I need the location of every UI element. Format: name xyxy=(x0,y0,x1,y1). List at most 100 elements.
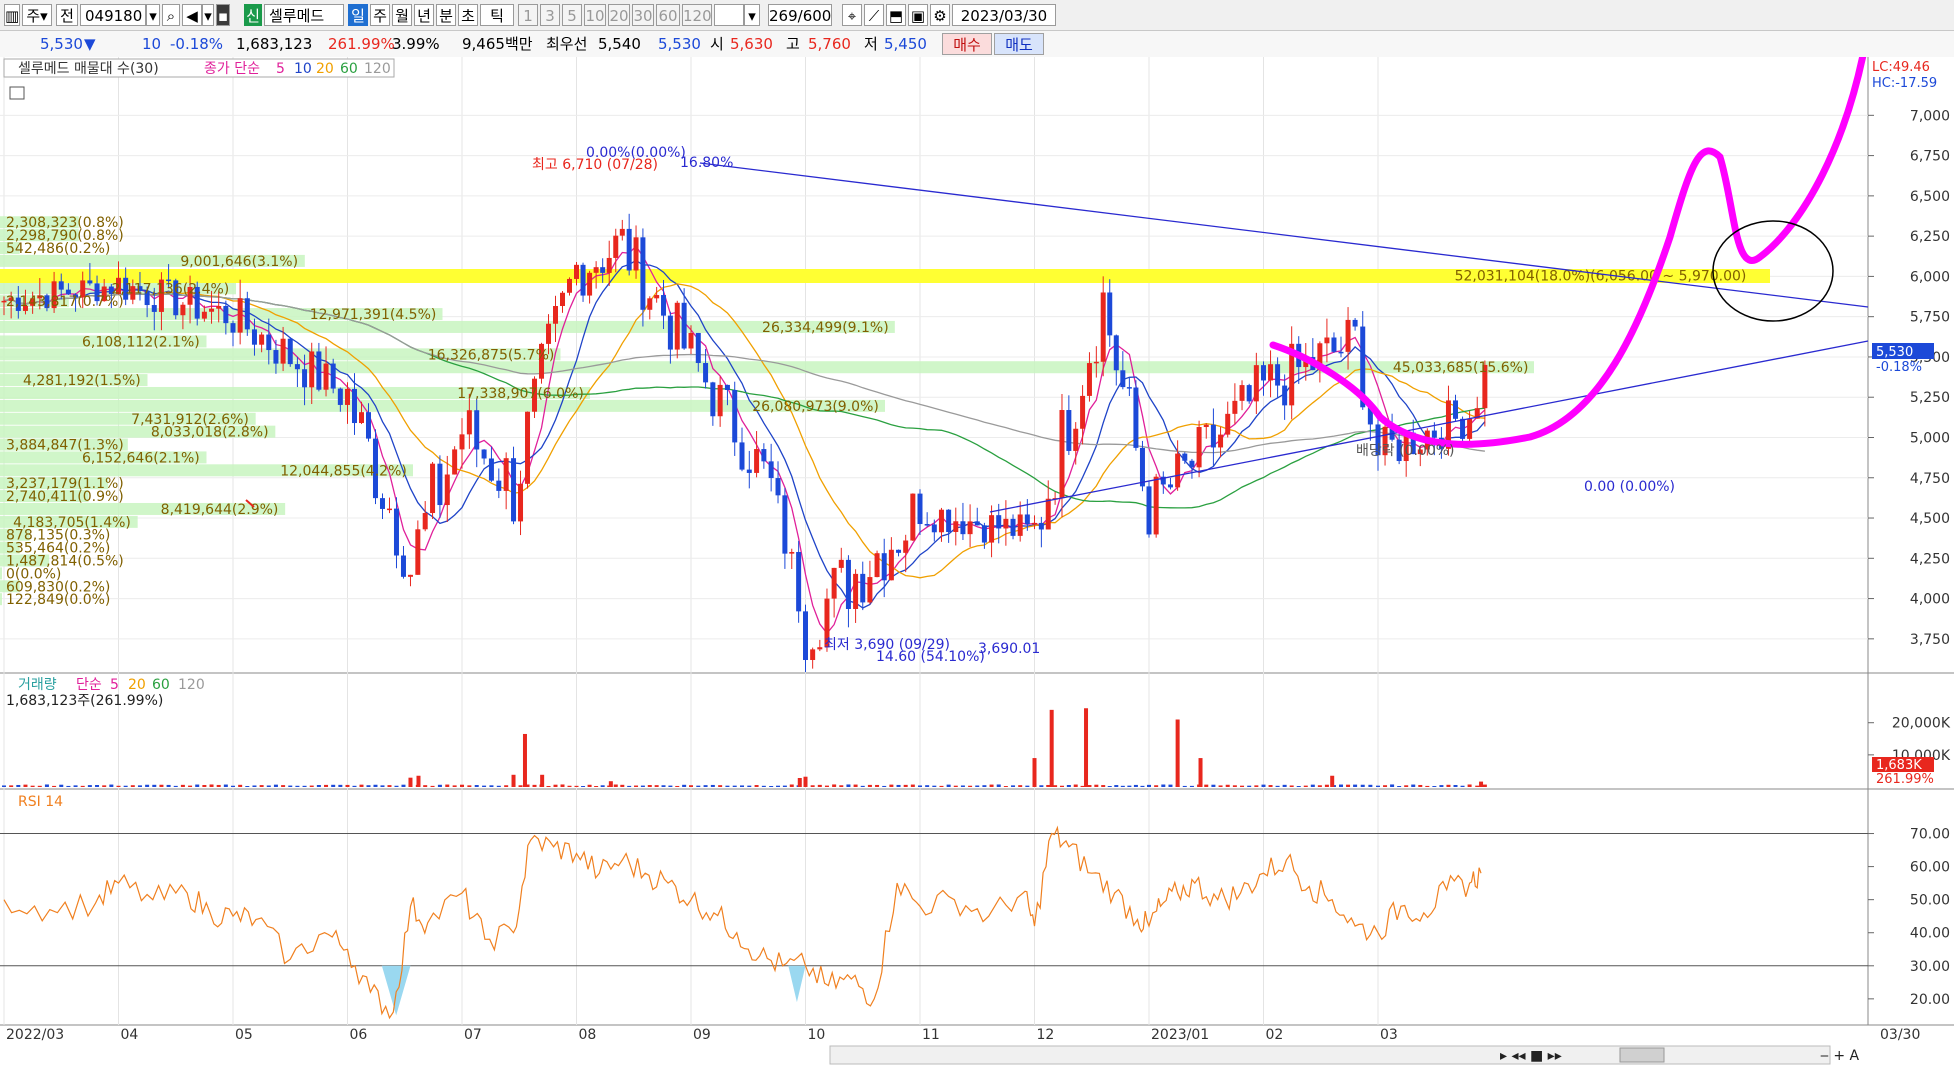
volume-bar-13 xyxy=(95,785,100,787)
date-input[interactable]: 2023/03/30 xyxy=(952,4,1056,26)
code-input[interactable]: 049180 xyxy=(80,4,146,26)
volume-bar-105 xyxy=(747,785,752,787)
candle-body-92 xyxy=(654,295,660,299)
minute-120[interactable]: 120 xyxy=(682,4,712,26)
minute-5[interactable]: 5 xyxy=(562,4,582,26)
volume-bar-184 xyxy=(1303,785,1308,787)
period-tab-month[interactable]: 월 xyxy=(392,4,412,26)
volume-bar-76 xyxy=(546,785,551,787)
count-input[interactable]: 269/600 xyxy=(768,4,832,26)
volume-bar-109 xyxy=(776,785,781,787)
volume-bar-2 xyxy=(16,784,21,787)
minute-10[interactable]: 10 xyxy=(584,4,606,26)
candle-body-136 xyxy=(967,521,973,535)
volume-last-value: 1,683K xyxy=(1876,758,1922,773)
period-tab-year[interactable]: 년 xyxy=(414,4,434,26)
scrollbar-thumb[interactable] xyxy=(1619,1047,1665,1063)
volume-bar-37 xyxy=(266,785,271,787)
code-dropdown-icon[interactable]: ▾ xyxy=(146,4,160,26)
stock-chart[interactable]: 2,308,323(0.8%)2,298,790(0.8%)542,486(0.… xyxy=(0,57,1954,1076)
rsi-tick-label-5: 20.00 xyxy=(1910,992,1950,1008)
minute-20[interactable]: 20 xyxy=(608,4,630,26)
search-icon[interactable]: ⌕ xyxy=(162,4,180,26)
candle-body-30 xyxy=(216,306,222,309)
volume-bar-56 xyxy=(401,784,406,787)
speaker-dropdown-icon[interactable]: ▾ xyxy=(202,4,214,26)
candle-body-91 xyxy=(647,298,653,310)
minute-60[interactable]: 60 xyxy=(656,4,680,26)
volume-legend-120: 120 xyxy=(178,677,205,693)
volume-bar-183 xyxy=(1296,786,1301,787)
candle-body-181 xyxy=(1282,385,1288,406)
candle-body-135 xyxy=(960,521,966,535)
minute-custom-input[interactable] xyxy=(714,4,744,26)
period-tab-week[interactable]: 주 xyxy=(370,4,390,26)
candle-body-133 xyxy=(946,509,952,533)
volume-bar-164 xyxy=(1161,784,1166,787)
candle-body-12 xyxy=(87,280,93,284)
tool-save-icon[interactable]: ▣ xyxy=(908,4,928,26)
volume-bar-134 xyxy=(953,785,958,787)
candle-body-78 xyxy=(560,292,566,307)
rsi-tick-label-0: 70.00 xyxy=(1910,827,1950,843)
low-price: 5,450 xyxy=(884,35,927,53)
rsi-tick-label-2: 50.00 xyxy=(1910,893,1950,909)
volume-bar-191 xyxy=(1353,784,1358,787)
candle-body-155 xyxy=(1100,292,1106,362)
tool-crosshair-icon[interactable]: ⌖ xyxy=(842,4,862,26)
period-tab-second[interactable]: 초 xyxy=(458,4,478,26)
period-tab-day[interactable]: 일 xyxy=(348,4,368,26)
period-tab-minute[interactable]: 분 xyxy=(436,4,456,26)
stock-name-field[interactable]: 셀루메드 xyxy=(264,4,344,26)
speaker-toggle-icon[interactable]: ▪ xyxy=(216,4,230,26)
volume-bar-28 xyxy=(202,785,207,787)
volume-bar-12 xyxy=(87,785,92,787)
volume-bar-77 xyxy=(553,784,558,787)
volume-bar-83 xyxy=(594,785,599,787)
minute-custom-dropdown-icon[interactable]: ▾ xyxy=(744,4,760,26)
candle-body-207 xyxy=(1467,418,1473,439)
candle-body-154 xyxy=(1093,361,1099,364)
volume-bar-175 xyxy=(1240,785,1245,787)
period-main-dropdown[interactable]: 주▾ xyxy=(22,4,52,26)
volume-bar-161 xyxy=(1140,785,1145,787)
new-badge[interactable]: 신 xyxy=(244,4,262,26)
volume-bar-31 xyxy=(223,784,228,787)
tool-trend-icon[interactable]: ⟋ xyxy=(864,4,884,26)
sell-button[interactable]: 매도 xyxy=(994,33,1044,55)
scroll-controls-icon[interactable]: ▸ ◂◂ ■ ▸▸ xyxy=(1500,1048,1562,1064)
volume-bar-17 xyxy=(123,785,128,787)
candle-body-39 xyxy=(280,338,286,364)
candle-body-96 xyxy=(681,302,687,349)
volume-bar-97 xyxy=(689,785,693,787)
volume-bar-45 xyxy=(324,784,329,787)
chart-menu-icon[interactable]: ▥ xyxy=(4,4,20,26)
prev-button[interactable]: 전 xyxy=(56,4,78,26)
gear-icon[interactable]: ⚙ xyxy=(930,4,950,26)
panel-menu-icon[interactable] xyxy=(9,86,25,100)
volume-bar-168 xyxy=(1189,785,1194,787)
volume-legend-5: 5 xyxy=(110,677,119,693)
volume-bar-143 xyxy=(1018,785,1023,787)
volume-spike-7 xyxy=(803,776,808,787)
volume-bar-204 xyxy=(1446,784,1451,787)
candle-body-93 xyxy=(661,295,667,316)
buy-button[interactable]: 매수 xyxy=(942,33,992,55)
volume-bar-78 xyxy=(560,784,565,787)
candle-body-171 xyxy=(1210,424,1216,448)
volume-bar-189 xyxy=(1339,784,1344,787)
candle-body-104 xyxy=(739,442,745,470)
zoom-controls-icon[interactable]: ‒ + A xyxy=(1820,1048,1860,1064)
volume-bar-110 xyxy=(782,785,787,787)
high-label: 고 xyxy=(786,35,800,53)
speaker-icon[interactable]: ◀ xyxy=(182,4,202,26)
lc-label: LC:49.46 xyxy=(1872,60,1930,75)
minute-1[interactable]: 1 xyxy=(518,4,538,26)
scrollbar-track[interactable] xyxy=(829,1045,1831,1065)
period-tab-tick[interactable]: 틱 xyxy=(480,4,514,26)
change-value: 10 xyxy=(142,35,162,53)
minute-3[interactable]: 3 xyxy=(540,4,560,26)
tool-zoom-icon[interactable]: ⬒ xyxy=(886,4,906,26)
candle-body-174 xyxy=(1232,400,1238,414)
minute-30[interactable]: 30 xyxy=(632,4,654,26)
